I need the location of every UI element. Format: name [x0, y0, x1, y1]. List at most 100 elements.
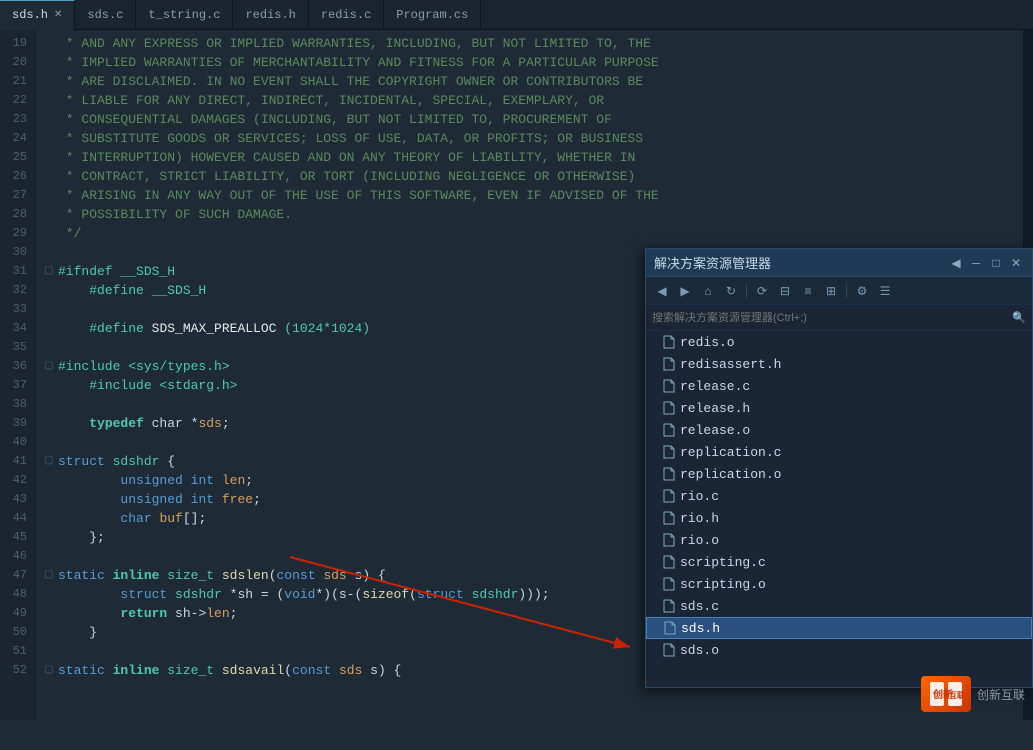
- file-icon: [662, 555, 676, 569]
- file-item-sds-c[interactable]: sds.c: [646, 595, 1032, 617]
- tab-redis-c[interactable]: redis.c: [309, 0, 384, 30]
- toolbar-collapse-btn[interactable]: ⊟: [775, 281, 795, 301]
- tab-label-sds-c: sds.c: [87, 8, 123, 22]
- file-item-redis-o[interactable]: redis.o: [646, 331, 1032, 353]
- panel-maximize-button[interactable]: □: [988, 255, 1004, 271]
- toolbar-home-btn[interactable]: ⌂: [698, 281, 718, 301]
- file-item-release-o[interactable]: release.o: [646, 419, 1032, 441]
- file-name-label: release.c: [680, 379, 750, 394]
- file-name-label: scripting.o: [680, 577, 766, 592]
- tab-redis-h[interactable]: redis.h: [233, 0, 308, 30]
- panel-pin-button[interactable]: ◀: [948, 255, 964, 271]
- code-line-21: * ARE DISCLAIMED. IN NO EVENT SHALL THE …: [44, 72, 1023, 91]
- toolbar-separator-2: [846, 284, 847, 298]
- file-icon: [662, 489, 676, 503]
- file-icon: [663, 621, 677, 635]
- tab-t-string-c[interactable]: t_string.c: [136, 0, 233, 30]
- tab-label-program-cs: Program.cs: [396, 8, 468, 22]
- code-line-29: */: [44, 224, 1023, 243]
- panel-search-bar[interactable]: 🔍: [646, 305, 1032, 331]
- search-icon[interactable]: 🔍: [1012, 311, 1026, 325]
- line-numbers: 19 20 21 22 23 24 25 26 27 28 29 30 31 3…: [0, 30, 36, 720]
- file-item-rio-c[interactable]: rio.c: [646, 485, 1032, 507]
- tab-close-sds-h[interactable]: ✕: [54, 9, 62, 21]
- file-item-release-h[interactable]: release.h: [646, 397, 1032, 419]
- file-icon: [662, 423, 676, 437]
- file-name-label: replication.o: [680, 467, 781, 482]
- file-name-label: replication.c: [680, 445, 781, 460]
- toolbar-separator-1: [746, 284, 747, 298]
- toolbar-grid-btn[interactable]: ⊞: [821, 281, 841, 301]
- file-name-label: rio.o: [680, 533, 719, 548]
- watermark-logo: 创新 互联: [921, 676, 971, 712]
- file-name-label: redisassert.h: [680, 357, 781, 372]
- code-line-27: * ARISING IN ANY WAY OUT OF THE USE OF T…: [44, 186, 1023, 205]
- file-icon: [662, 445, 676, 459]
- toolbar-back-btn[interactable]: ◀: [652, 281, 672, 301]
- solution-explorer-panel: 解决方案资源管理器 ◀ ─ □ ✕ ◀ ▶ ⌂ ↻ ⟳ ⊟ ≡ ⊞ ⚙ ☰ 🔍 …: [645, 248, 1033, 688]
- file-item-redisassert-h[interactable]: redisassert.h: [646, 353, 1032, 375]
- file-name-label: rio.c: [680, 489, 719, 504]
- file-icon: [662, 643, 676, 657]
- file-name-label: redis.o: [680, 335, 735, 350]
- code-line-19: * AND ANY EXPRESS OR IMPLIED WARRANTIES,…: [44, 34, 1023, 53]
- code-line-26: * CONTRACT, STRICT LIABILITY, OR TORT (I…: [44, 167, 1023, 186]
- panel-search-input[interactable]: [652, 312, 1012, 324]
- file-icon: [662, 511, 676, 525]
- file-name-label: rio.h: [680, 511, 719, 526]
- tab-sds-h[interactable]: sds.h ✕: [0, 0, 75, 30]
- file-item-rio-o[interactable]: rio.o: [646, 529, 1032, 551]
- watermark: 创新 互联 创新互联: [921, 676, 1025, 712]
- toolbar-filter-btn[interactable]: ≡: [798, 281, 818, 301]
- panel-toolbar: ◀ ▶ ⌂ ↻ ⟳ ⊟ ≡ ⊞ ⚙ ☰: [646, 277, 1032, 305]
- file-name-label: scripting.c: [680, 555, 766, 570]
- toolbar-refresh-btn[interactable]: ↻: [721, 281, 741, 301]
- tab-program-cs[interactable]: Program.cs: [384, 0, 481, 30]
- tab-bar: sds.h ✕ sds.c t_string.c redis.h redis.c…: [0, 0, 1033, 30]
- tab-label-redis-c: redis.c: [321, 8, 371, 22]
- file-name-label: sds.c: [680, 599, 719, 614]
- file-icon: [662, 533, 676, 547]
- toolbar-forward-btn[interactable]: ▶: [675, 281, 695, 301]
- file-item-sds-o[interactable]: sds.o: [646, 639, 1032, 661]
- file-icon: [662, 379, 676, 393]
- panel-title: 解决方案资源管理器: [654, 253, 771, 272]
- panel-close-button[interactable]: ✕: [1008, 255, 1024, 271]
- file-item-sds-h[interactable]: sds.h: [646, 617, 1032, 639]
- file-icon: [662, 401, 676, 415]
- file-icon: [662, 467, 676, 481]
- svg-text:互联: 互联: [949, 690, 964, 701]
- file-item-release-c[interactable]: release.c: [646, 375, 1032, 397]
- tab-label-t-string-c: t_string.c: [148, 8, 220, 22]
- file-name-label: sds.o: [680, 643, 719, 658]
- watermark-text: 创新互联: [977, 686, 1025, 703]
- panel-controls: ◀ ─ □ ✕: [948, 255, 1024, 271]
- tab-label-redis-h: redis.h: [245, 8, 295, 22]
- file-name-label: release.h: [680, 401, 750, 416]
- file-icon: [662, 335, 676, 349]
- toolbar-view-btn[interactable]: ☰: [875, 281, 895, 301]
- file-list[interactable]: redis.o redisassert.h release.c release.…: [646, 331, 1032, 687]
- code-line-28: * POSSIBILITY OF SUCH DAMAGE.: [44, 205, 1023, 224]
- file-item-scripting-c[interactable]: scripting.c: [646, 551, 1032, 573]
- file-name-label: release.o: [680, 423, 750, 438]
- file-item-rio-h[interactable]: rio.h: [646, 507, 1032, 529]
- code-line-23: * CONSEQUENTIAL DAMAGES (INCLUDING, BUT …: [44, 110, 1023, 129]
- panel-minimize-button[interactable]: ─: [968, 255, 984, 271]
- code-line-20: * IMPLIED WARRANTIES OF MERCHANTABILITY …: [44, 53, 1023, 72]
- tab-label-sds-h: sds.h: [12, 8, 48, 22]
- code-line-25: * INTERRUPTION) HOWEVER CAUSED AND ON AN…: [44, 148, 1023, 167]
- file-name-label: sds.h: [681, 621, 720, 636]
- file-icon: [662, 357, 676, 371]
- code-line-24: * SUBSTITUTE GOODS OR SERVICES; LOSS OF …: [44, 129, 1023, 148]
- file-item-scripting-o[interactable]: scripting.o: [646, 573, 1032, 595]
- toolbar-sync-btn[interactable]: ⟳: [752, 281, 772, 301]
- file-item-replication-o[interactable]: replication.o: [646, 463, 1032, 485]
- toolbar-settings-btn[interactable]: ⚙: [852, 281, 872, 301]
- file-item-replication-c[interactable]: replication.c: [646, 441, 1032, 463]
- file-icon: [662, 577, 676, 591]
- file-icon: [662, 599, 676, 613]
- panel-titlebar: 解决方案资源管理器 ◀ ─ □ ✕: [646, 249, 1032, 277]
- code-line-22: * LIABLE FOR ANY DIRECT, INDIRECT, INCID…: [44, 91, 1023, 110]
- tab-sds-c[interactable]: sds.c: [75, 0, 136, 30]
